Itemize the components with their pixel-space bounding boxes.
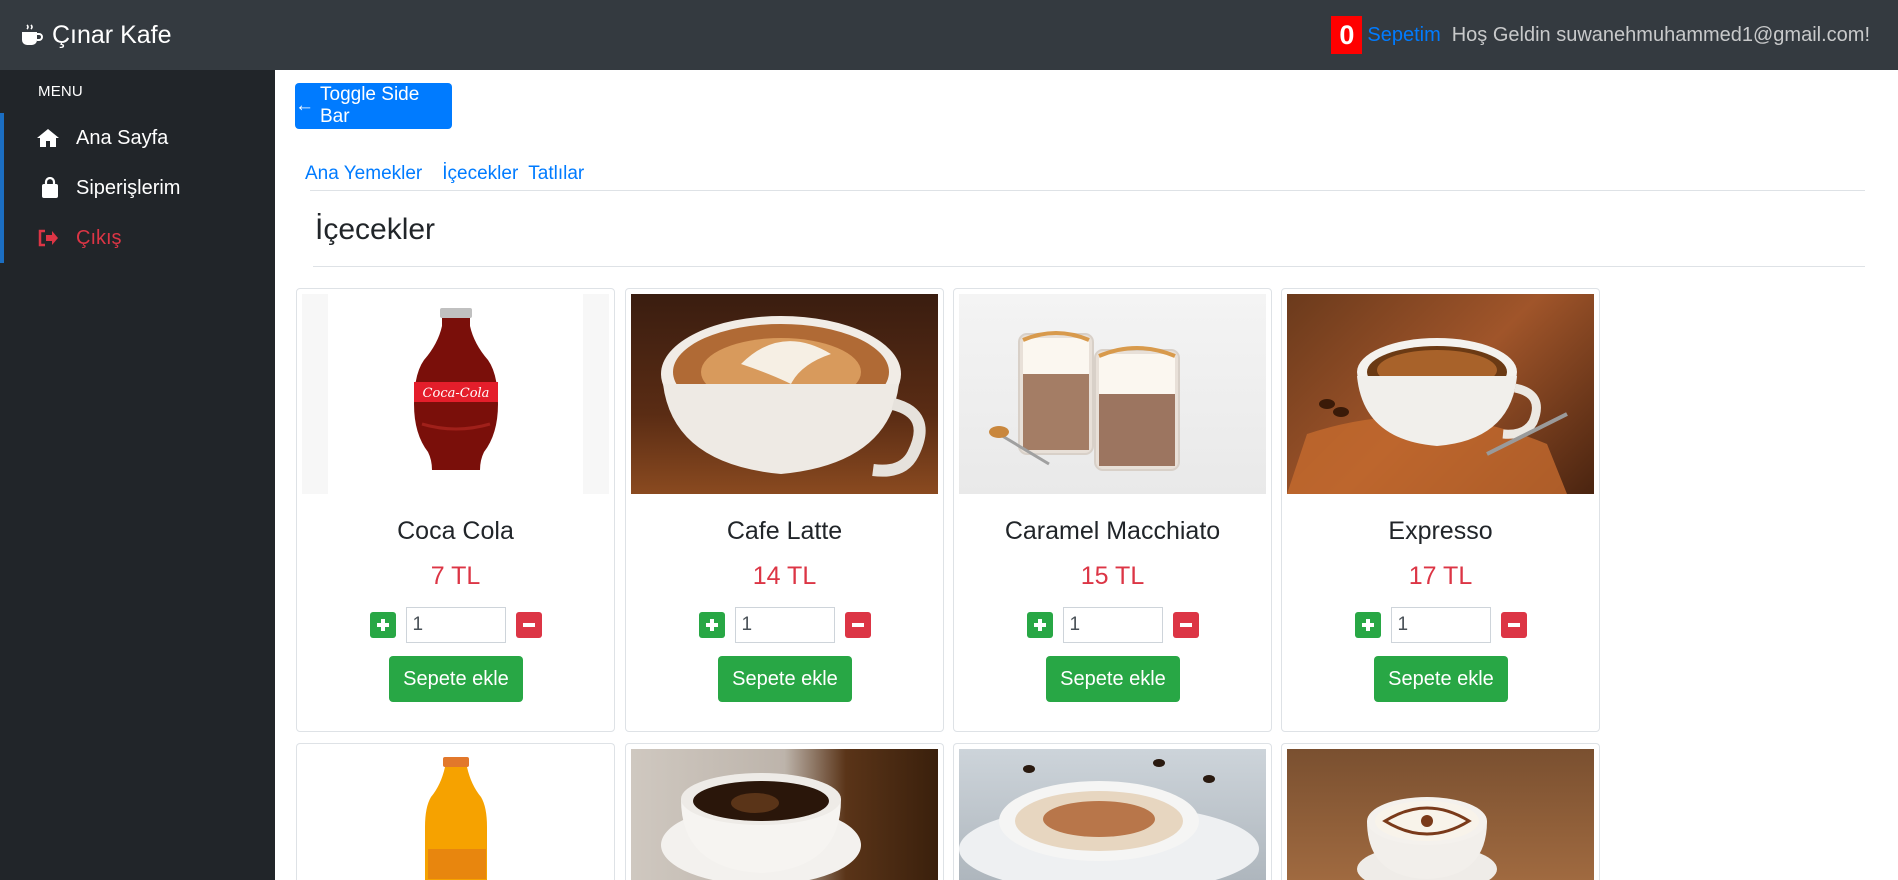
plus-button[interactable] — [369, 612, 396, 638]
divider — [310, 190, 1865, 191]
minus-icon — [1179, 623, 1192, 627]
sidebar-item-label: Çıkış — [76, 226, 122, 249]
coffee-beans-cup-image — [631, 749, 938, 880]
user-area: 0 Sepetim Hoş Geldin suwanehmuhammed1@gm… — [1331, 0, 1870, 70]
quantity-stepper: 1 — [297, 607, 614, 643]
product-name: Cafe Latte — [726, 517, 843, 545]
product-name: Expresso — [1388, 517, 1493, 545]
sidebar-header: MENU — [38, 83, 83, 100]
plus-icon — [1033, 619, 1046, 631]
quantity-input[interactable]: 1 — [405, 607, 506, 643]
add-to-cart-button[interactable]: Sepete ekle — [718, 656, 852, 702]
product-card — [953, 743, 1272, 880]
sidebar-item-label: Siperişlerim — [76, 176, 181, 199]
product-name: Caramel Macchiato — [1004, 517, 1221, 545]
sidebar-item-logout[interactable]: Çıkış — [4, 213, 275, 263]
minus-button[interactable] — [1172, 612, 1199, 638]
arrow-left-icon: ← — [295, 95, 314, 116]
tab-ana-yemekler[interactable]: Ana Yemekler — [305, 163, 422, 185]
sidebar-item-home[interactable]: Ana Sayfa — [4, 113, 275, 163]
product-price: 17 TL — [1408, 562, 1473, 590]
toggle-sidebar-button[interactable]: ← Toggle Side Bar — [295, 83, 452, 129]
plus-icon — [1361, 619, 1374, 631]
product-card: Caramel Macchiato 15 TL 1 Sepete ekle — [953, 288, 1272, 732]
toggle-sidebar-label: Toggle Side Bar — [320, 84, 420, 127]
cappuccino-image — [959, 749, 1266, 880]
add-to-cart-button[interactable]: Sepete ekle — [1374, 656, 1508, 702]
quantity-stepper: 1 — [954, 607, 1271, 643]
product-price: 14 TL — [752, 562, 817, 590]
quantity-input[interactable]: 1 — [1062, 607, 1163, 643]
cart-count-badge: 0 — [1331, 16, 1363, 54]
home-icon — [36, 126, 60, 150]
orange-juice-image — [302, 749, 609, 880]
product-card — [296, 743, 615, 880]
plus-button[interactable] — [1026, 612, 1053, 638]
svg-text:Coca-Cola: Coca-Cola — [423, 386, 490, 401]
product-price: 15 TL — [1080, 562, 1145, 590]
add-to-cart-button[interactable]: Sepete ekle — [389, 656, 523, 702]
sidebar-item-label: Ana Sayfa — [76, 126, 169, 149]
minus-icon — [1507, 623, 1520, 627]
brand-link[interactable]: Çınar Kafe — [19, 21, 172, 50]
product-card: Cafe Latte 14 TL 1 Sepete ekle — [625, 288, 944, 732]
product-card: Expresso 17 TL 1 Sepete ekle — [1281, 288, 1600, 732]
caramel-macchiato-image — [959, 294, 1266, 494]
sidebar-menu: Ana Sayfa Siperişlerim Çıkış — [0, 113, 275, 263]
cafe-latte-image — [631, 294, 938, 494]
section-title: İçecekler — [315, 213, 436, 246]
product-price: 7 TL — [430, 562, 481, 590]
add-to-cart-button[interactable]: Sepete ekle — [1046, 656, 1180, 702]
minus-button[interactable] — [1500, 612, 1527, 638]
brand-name: Çınar Kafe — [52, 20, 172, 49]
tab-icecekler[interactable]: İçecekler — [442, 163, 518, 185]
minus-button[interactable] — [844, 612, 871, 638]
divider — [313, 266, 1865, 267]
product-card — [1281, 743, 1600, 880]
expresso-image — [1287, 294, 1594, 494]
minus-icon — [522, 623, 535, 627]
sidebar: MENU Ana Sayfa Siperişlerim Çıkış — [0, 70, 275, 880]
product-card — [625, 743, 944, 880]
plus-button[interactable] — [1354, 612, 1381, 638]
bag-icon — [38, 176, 62, 200]
quantity-stepper: 1 — [1282, 607, 1599, 643]
minus-button[interactable] — [515, 612, 542, 638]
mocha-art-image — [1287, 749, 1594, 880]
top-navbar: Çınar Kafe 0 Sepetim Hoş Geldin suwanehm… — [0, 0, 1898, 70]
sidebar-item-orders[interactable]: Siperişlerim — [4, 163, 275, 213]
quantity-stepper: 1 — [626, 607, 943, 643]
plus-button[interactable] — [698, 612, 725, 638]
coca-cola-image: Coca-Cola — [302, 294, 609, 494]
cart-link[interactable]: Sepetim — [1367, 24, 1440, 47]
minus-icon — [851, 623, 864, 627]
product-name: Coca Cola — [397, 517, 514, 545]
category-tabs: Ana Yemekler İçecekler Tatlılar — [305, 163, 604, 185]
tab-tatlilar[interactable]: Tatlılar — [528, 163, 584, 185]
main-content: ← Toggle Side Bar Ana Yemekler İçecekler… — [275, 70, 1898, 880]
plus-icon — [705, 619, 718, 631]
sign-out-icon — [36, 226, 60, 250]
plus-icon — [376, 619, 389, 631]
welcome-text: Hoş Geldin suwanehmuhammed1@gmail.com! — [1451, 23, 1870, 46]
quantity-input[interactable]: 1 — [734, 607, 835, 643]
quantity-input[interactable]: 1 — [1390, 607, 1491, 643]
coffee-cup-icon — [22, 24, 43, 45]
product-card: Coca-Cola Coca Cola 7 TL 1 Sepete ekle — [296, 288, 615, 732]
